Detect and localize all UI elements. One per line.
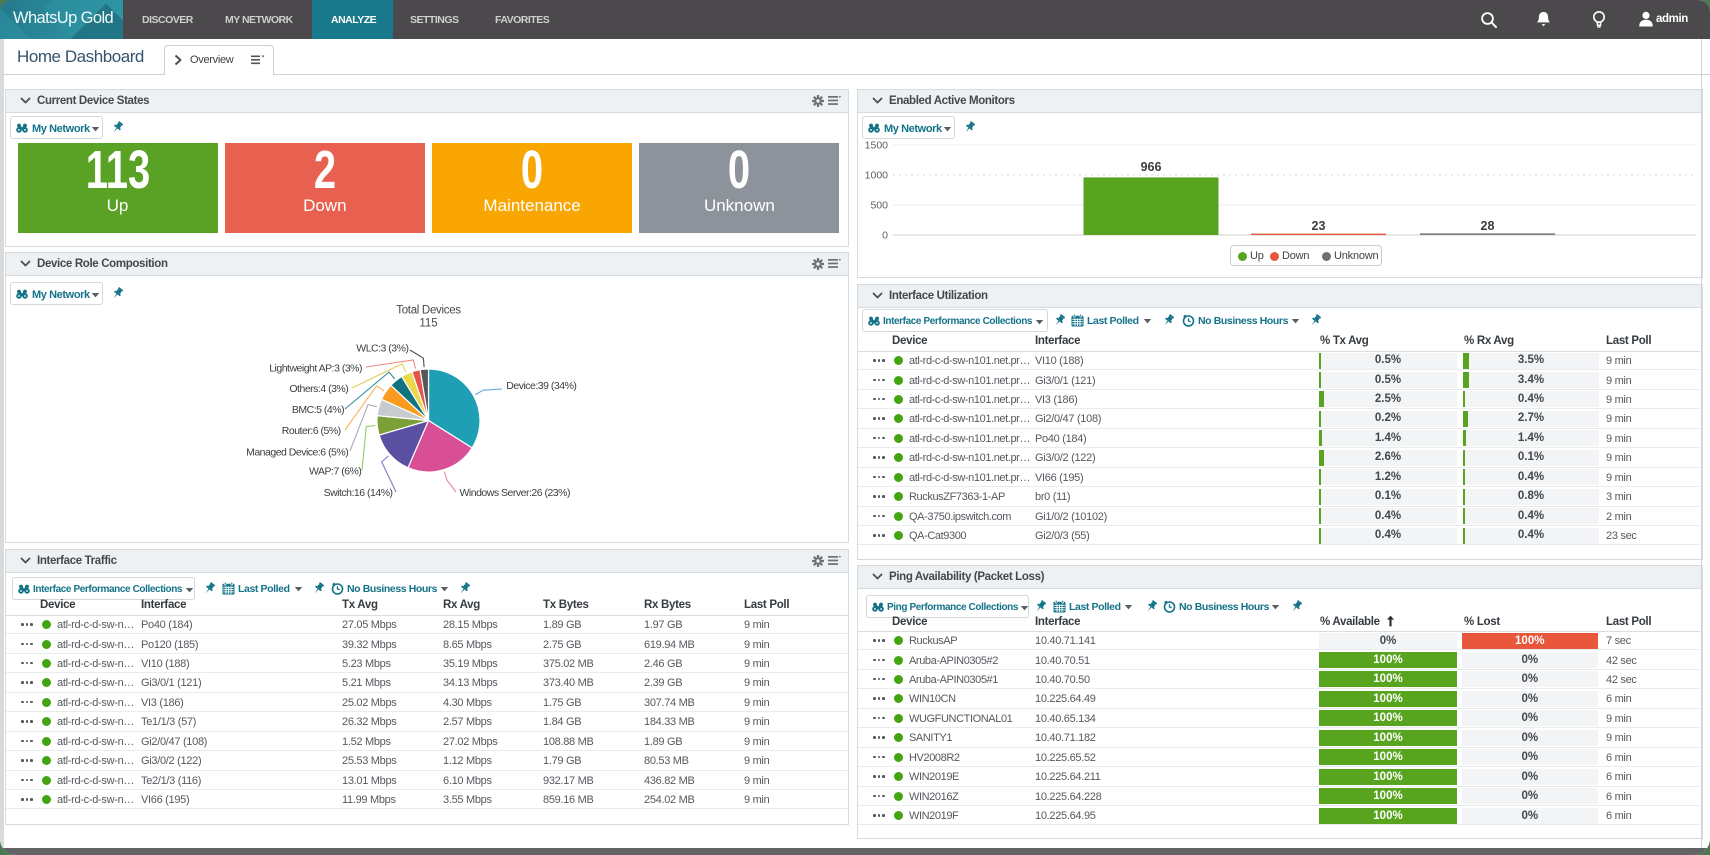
- svg-text:115: 115: [419, 318, 437, 330]
- svg-text:Managed Device:6 (5%): Managed Device:6 (5%): [246, 446, 348, 458]
- svg-text:966: 966: [1141, 160, 1162, 174]
- svg-text:500: 500: [870, 200, 888, 212]
- svg-text:BMC:5 (4%): BMC:5 (4%): [292, 404, 344, 416]
- svg-text:Others:4 (3%): Others:4 (3%): [289, 383, 348, 395]
- svg-text:Router:6 (5%): Router:6 (5%): [282, 425, 341, 437]
- svg-text:WLC:3 (3%): WLC:3 (3%): [356, 343, 408, 355]
- svg-text:Device:39 (34%): Device:39 (34%): [506, 380, 576, 392]
- svg-text:Total Devices: Total Devices: [396, 305, 461, 317]
- svg-text:WAP:7 (6%): WAP:7 (6%): [309, 466, 361, 478]
- svg-text:Windows Server:26 (23%): Windows Server:26 (23%): [460, 487, 570, 499]
- svg-text:1000: 1000: [865, 170, 889, 182]
- svg-text:Lightweight AP:3 (3%): Lightweight AP:3 (3%): [269, 362, 362, 374]
- svg-text:0: 0: [882, 230, 888, 242]
- svg-text:Switch:16 (14%): Switch:16 (14%): [324, 487, 393, 499]
- svg-text:28: 28: [1481, 219, 1495, 233]
- svg-text:1500: 1500: [865, 140, 889, 152]
- svg-text:23: 23: [1312, 219, 1326, 233]
